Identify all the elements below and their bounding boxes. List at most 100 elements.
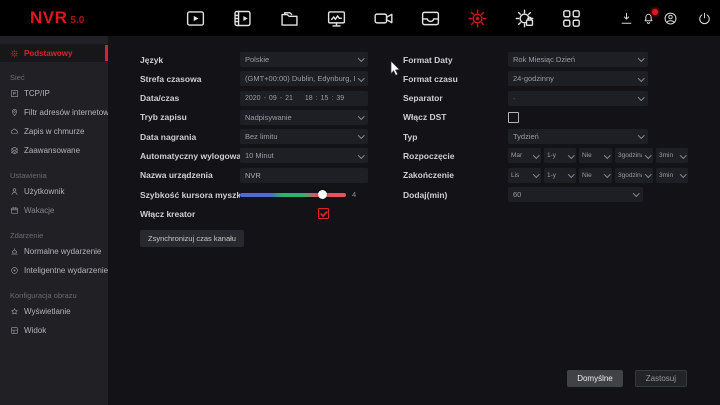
enable-wizard-checkbox[interactable] bbox=[318, 208, 329, 219]
sidebar-item-zapis-w-chmurze[interactable]: Zapis w chmurze bbox=[0, 122, 108, 141]
chevron-down-icon bbox=[638, 75, 644, 81]
video-file-icon[interactable] bbox=[230, 8, 255, 29]
pin-icon bbox=[10, 108, 19, 117]
sidebar-item-widok[interactable]: Widok bbox=[0, 321, 108, 340]
selected-value: Bez limitu bbox=[245, 132, 278, 141]
add-min-label: Dodaj(min) bbox=[403, 190, 508, 200]
mouse-speed-slider[interactable] bbox=[240, 193, 346, 197]
topbar-utility-icons bbox=[619, 0, 712, 36]
record-mode-select[interactable]: Nadpisywanie bbox=[240, 110, 368, 125]
chevron-down-icon bbox=[533, 152, 539, 158]
footer-buttons: Domyślne Zastosuj bbox=[567, 370, 687, 387]
ip-icon: P bbox=[10, 89, 19, 98]
chevron-down-icon bbox=[358, 55, 364, 61]
chevron-down-icon bbox=[358, 152, 364, 158]
calendar-icon bbox=[10, 206, 19, 215]
auto-logout-label: Automatyczny wylogowanie bbox=[140, 151, 240, 161]
slider-thumb[interactable] bbox=[318, 190, 327, 199]
device-name-label: Nazwa urządzenia bbox=[140, 170, 240, 180]
sidebar-item-normalne-wydarzenie[interactable]: Normalne wydarzenie bbox=[0, 242, 108, 261]
chevron-down-icon bbox=[358, 75, 364, 81]
dst-start-hour-select[interactable]: 3godzina bbox=[615, 148, 653, 163]
record-date-label: Data nagrania bbox=[140, 132, 240, 142]
dst-end-month-select[interactable]: Lis bbox=[508, 168, 541, 183]
display-channel-icon[interactable] bbox=[324, 8, 349, 29]
apps-grid-icon[interactable] bbox=[559, 8, 584, 29]
sidebar-item-wakacje[interactable]: Wakacje bbox=[0, 201, 108, 220]
sidebar-item-tcpip[interactable]: P TCP/IP bbox=[0, 84, 108, 103]
time-format-select[interactable]: 24-godzinny bbox=[508, 71, 648, 86]
dst-end-label: Zakończenie bbox=[403, 170, 508, 180]
datetime-segment: 15 bbox=[321, 95, 329, 102]
sidebar-item-zaawansowane[interactable]: Zaawansowane bbox=[0, 141, 108, 160]
user-account-icon[interactable] bbox=[663, 11, 678, 26]
power-icon[interactable] bbox=[697, 11, 712, 26]
settings-sidebar: PodstawowySiećPTCP/IPFiltr adresów inter… bbox=[0, 36, 108, 405]
alert-badge bbox=[652, 9, 658, 15]
dst-type-select[interactable]: Tydzień bbox=[508, 129, 648, 144]
date-time-input[interactable]: 2020-09-2118:15:39 bbox=[240, 91, 368, 106]
sidebar-item-uzytkownik[interactable]: Użytkownik bbox=[0, 182, 108, 201]
field-row-record-mode: Tryb zapisuNadpisywanie bbox=[140, 110, 403, 125]
sidebar-item-label: Podstawowy bbox=[24, 49, 72, 58]
field-row-enable-dst: Włącz DST bbox=[403, 110, 720, 125]
dst-start-min-select[interactable]: 3min bbox=[656, 148, 688, 163]
sidebar-item-wyswietlanie[interactable]: Wyświetlanie bbox=[0, 302, 108, 321]
sidebar-item-filtr-adresow[interactable]: Filtr adresów internetowych bbox=[0, 103, 108, 122]
date-format-select[interactable]: Rok Miesiąc Dzień bbox=[508, 52, 648, 67]
selected-value: 3godzina bbox=[618, 172, 642, 179]
settings-panel: JęzykPolskieStrefa czasowa(GMT+00:00) Du… bbox=[108, 36, 720, 405]
dst-start-month-select[interactable]: Mar bbox=[508, 148, 541, 163]
enable-dst-checkbox[interactable] bbox=[508, 112, 519, 123]
storage-icon[interactable] bbox=[418, 8, 443, 29]
sidebar-item-podstawowy[interactable]: Podstawowy bbox=[0, 44, 108, 62]
selected-value: 60 bbox=[513, 190, 521, 199]
separator-char: : bbox=[316, 95, 318, 102]
field-row-separator: Separator- bbox=[403, 91, 720, 106]
alarm-bell-icon[interactable] bbox=[641, 11, 656, 26]
selected-value: 3min bbox=[659, 152, 673, 159]
download-icon[interactable] bbox=[619, 11, 634, 26]
sync-channel-time-button[interactable]: Zsynchronizuj czas kanału bbox=[140, 230, 244, 247]
sidebar-item-label: Użytkownik bbox=[24, 187, 64, 196]
sidebar-section-label: Zdarzenie bbox=[0, 228, 108, 242]
chevron-down-icon bbox=[645, 152, 651, 158]
chevron-down-icon bbox=[604, 152, 610, 158]
apply-button[interactable]: Zastosuj bbox=[635, 370, 687, 387]
file-manager-icon[interactable] bbox=[277, 8, 302, 29]
playback-icon[interactable] bbox=[183, 8, 208, 29]
sidebar-item-label: TCP/IP bbox=[24, 89, 50, 98]
auto-logout-select[interactable]: 10 Minut bbox=[240, 148, 368, 163]
selected-value: 3godzina bbox=[618, 152, 642, 159]
gear-icon bbox=[10, 49, 19, 58]
device-name-input[interactable]: NVR bbox=[240, 168, 368, 183]
date-format-label: Format Daty bbox=[403, 55, 508, 65]
sidebar-item-inteligentne-wydarzenie[interactable]: Inteligentne wydarzenie bbox=[0, 261, 108, 280]
dst-type-label: Typ bbox=[403, 132, 508, 142]
slider-value: 4 bbox=[352, 190, 356, 199]
dst-end-week-select[interactable]: 1-y bbox=[544, 168, 576, 183]
record-date-select[interactable]: Bez limitu bbox=[240, 129, 368, 144]
camera-icon[interactable] bbox=[371, 8, 396, 29]
record-mode-label: Tryb zapisu bbox=[140, 112, 240, 122]
separator-select[interactable]: - bbox=[508, 91, 648, 106]
language-select[interactable]: Polskie bbox=[240, 52, 368, 67]
maintenance-icon[interactable] bbox=[512, 8, 537, 29]
dst-end-day-select[interactable]: Nie bbox=[579, 168, 612, 183]
selected-value: Nie bbox=[582, 172, 592, 179]
separator-char: - bbox=[280, 95, 282, 102]
selected-value: 1-y bbox=[547, 172, 556, 179]
dst-end-hour-select[interactable]: 3godzina bbox=[615, 168, 653, 183]
chevron-down-icon bbox=[568, 171, 574, 177]
separator-char: : bbox=[331, 95, 333, 102]
dst-start-day-select[interactable]: Nie bbox=[579, 148, 612, 163]
dst-end-min-select[interactable]: 3min bbox=[656, 168, 688, 183]
settings-icon[interactable] bbox=[465, 8, 490, 29]
dst-start-week-select[interactable]: 1-y bbox=[544, 148, 576, 163]
chevron-down-icon bbox=[358, 133, 364, 139]
selected-value: Tydzień bbox=[513, 132, 539, 141]
time-zone-select[interactable]: (GMT+00:00) Dublin, Edynburg, Londyn bbox=[240, 71, 368, 86]
add-min-select[interactable]: 60 bbox=[508, 187, 643, 202]
layout-icon bbox=[10, 326, 19, 335]
default-button[interactable]: Domyślne bbox=[567, 370, 623, 387]
